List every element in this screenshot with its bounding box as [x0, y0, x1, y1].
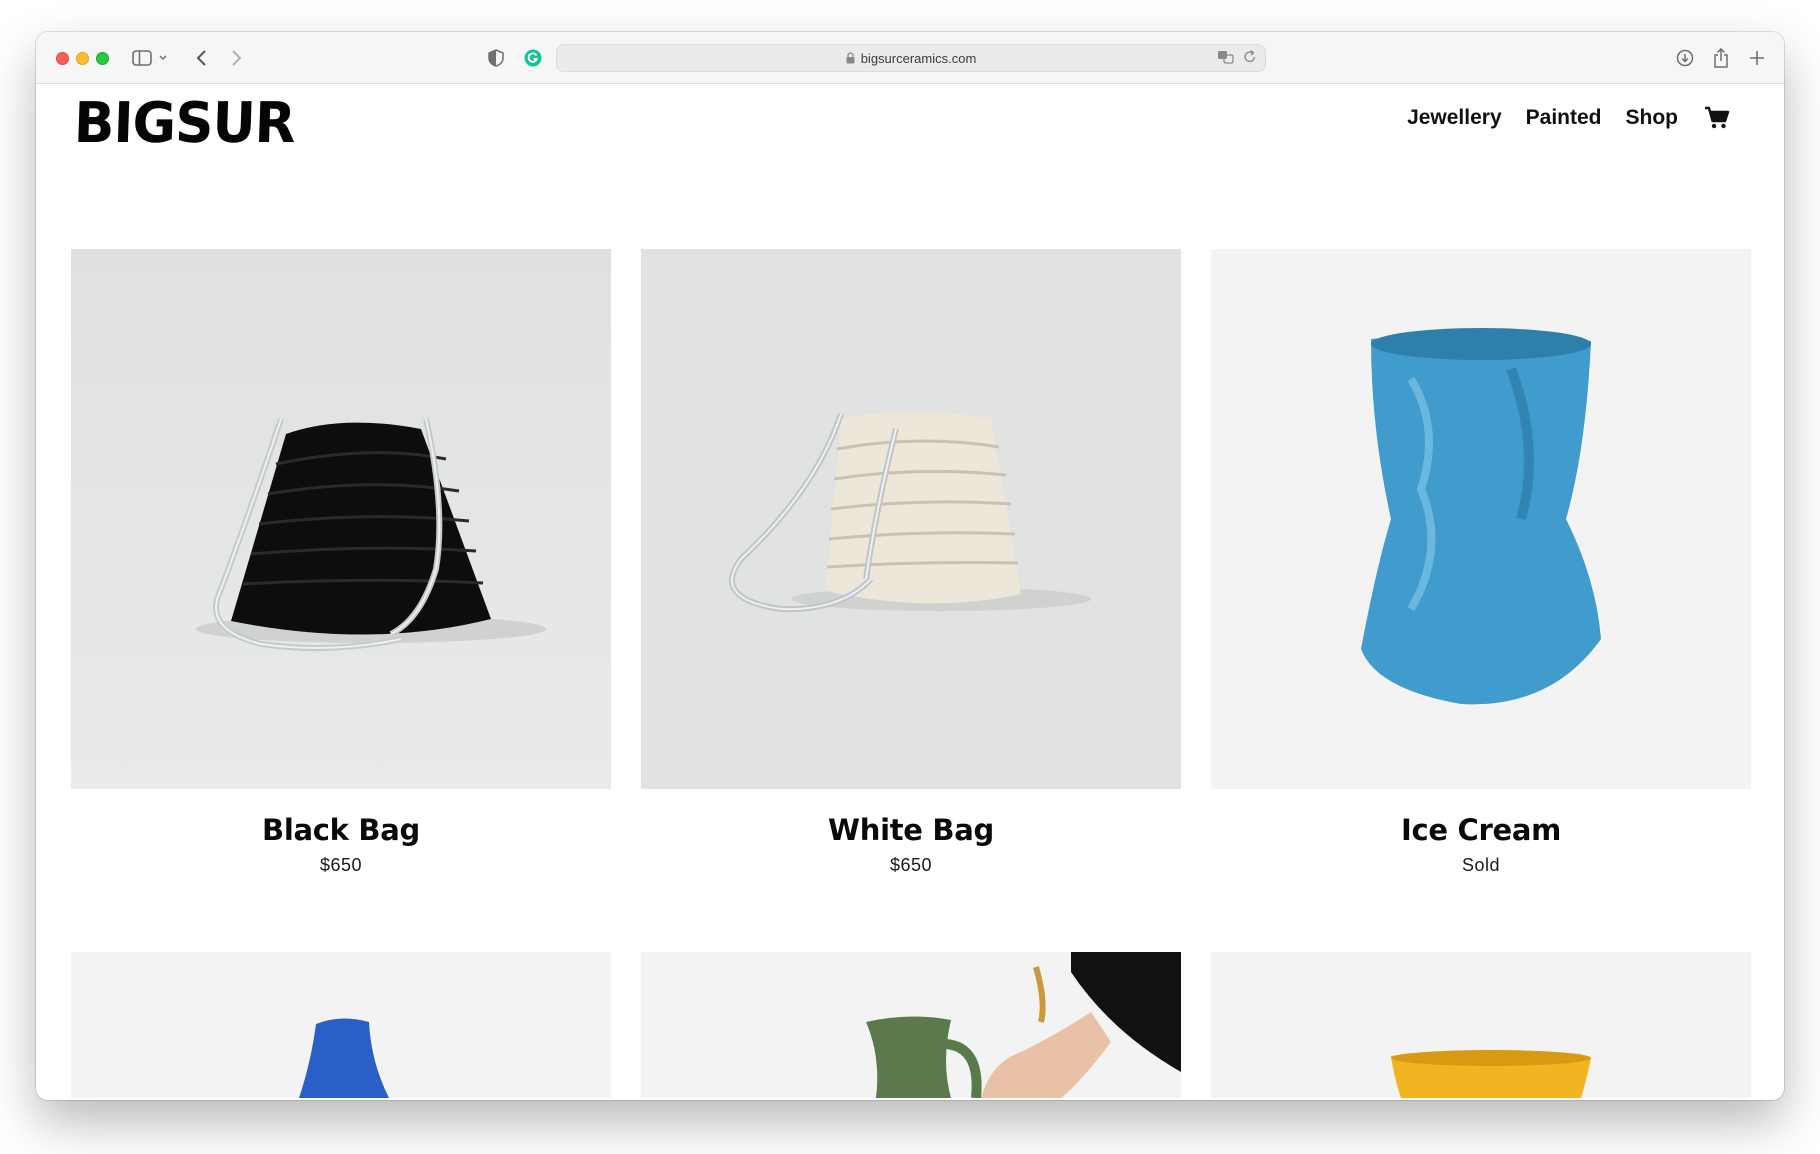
- product-card[interactable]: Ice Cream Sold: [1211, 249, 1751, 876]
- address-bar[interactable]: bigsurceramics.com: [556, 44, 1266, 72]
- product-title[interactable]: Black Bag: [71, 813, 611, 847]
- product-image-green-jug[interactable]: [641, 952, 1181, 1098]
- product-card[interactable]: [641, 952, 1181, 1098]
- browser-toolbar: bigsurceramics.com: [36, 32, 1784, 84]
- nav-shop[interactable]: Shop: [1626, 106, 1679, 130]
- website-page: BIGSUR Jewellery Painted Shop Black Bag …: [36, 84, 1784, 1100]
- sidebar-toggle-icon[interactable]: [130, 46, 174, 70]
- close-window-button[interactable]: [56, 52, 69, 65]
- product-title[interactable]: Ice Cream: [1211, 813, 1751, 847]
- translate-icon[interactable]: [1217, 49, 1235, 68]
- product-price: Sold: [1461, 855, 1501, 875]
- product-price: $650: [319, 855, 363, 875]
- minimize-window-button[interactable]: [76, 52, 89, 65]
- browser-window: bigsurceramics.com BIGSUR Jewellery Pain…: [36, 32, 1784, 1100]
- product-image-yellow-bowl[interactable]: [1211, 952, 1751, 1098]
- new-tab-icon[interactable]: [1746, 46, 1768, 70]
- zoom-window-button[interactable]: [96, 52, 109, 65]
- site-logo[interactable]: BIGSUR: [73, 91, 296, 156]
- cart-icon[interactable]: [1704, 106, 1730, 130]
- product-image-black-bag[interactable]: [71, 249, 611, 789]
- forward-icon[interactable]: [224, 46, 248, 70]
- back-icon[interactable]: [190, 46, 214, 70]
- product-image-blue-vase[interactable]: [71, 952, 611, 1098]
- product-image-white-bag[interactable]: [641, 249, 1181, 789]
- reload-icon[interactable]: [1243, 49, 1257, 68]
- product-card[interactable]: [71, 952, 611, 1098]
- lock-icon: [846, 52, 855, 64]
- product-image-ice-cream[interactable]: [1211, 249, 1751, 789]
- tab-overview-icon[interactable]: [1782, 46, 1784, 70]
- main-nav: Jewellery Painted Shop: [1407, 106, 1730, 130]
- nav-painted[interactable]: Painted: [1526, 106, 1602, 130]
- product-title[interactable]: White Bag: [641, 813, 1181, 847]
- grammarly-extension-icon[interactable]: [522, 46, 544, 70]
- url-text: bigsurceramics.com: [860, 50, 977, 66]
- nav-jewellery[interactable]: Jewellery: [1407, 106, 1502, 130]
- product-card[interactable]: [1211, 952, 1751, 1098]
- privacy-shield-icon[interactable]: [485, 46, 507, 70]
- product-price: $650: [889, 855, 933, 875]
- downloads-icon[interactable]: [1674, 46, 1696, 70]
- product-card[interactable]: White Bag $650: [641, 249, 1181, 876]
- product-card[interactable]: Black Bag $650: [71, 249, 611, 876]
- share-icon[interactable]: [1710, 46, 1732, 70]
